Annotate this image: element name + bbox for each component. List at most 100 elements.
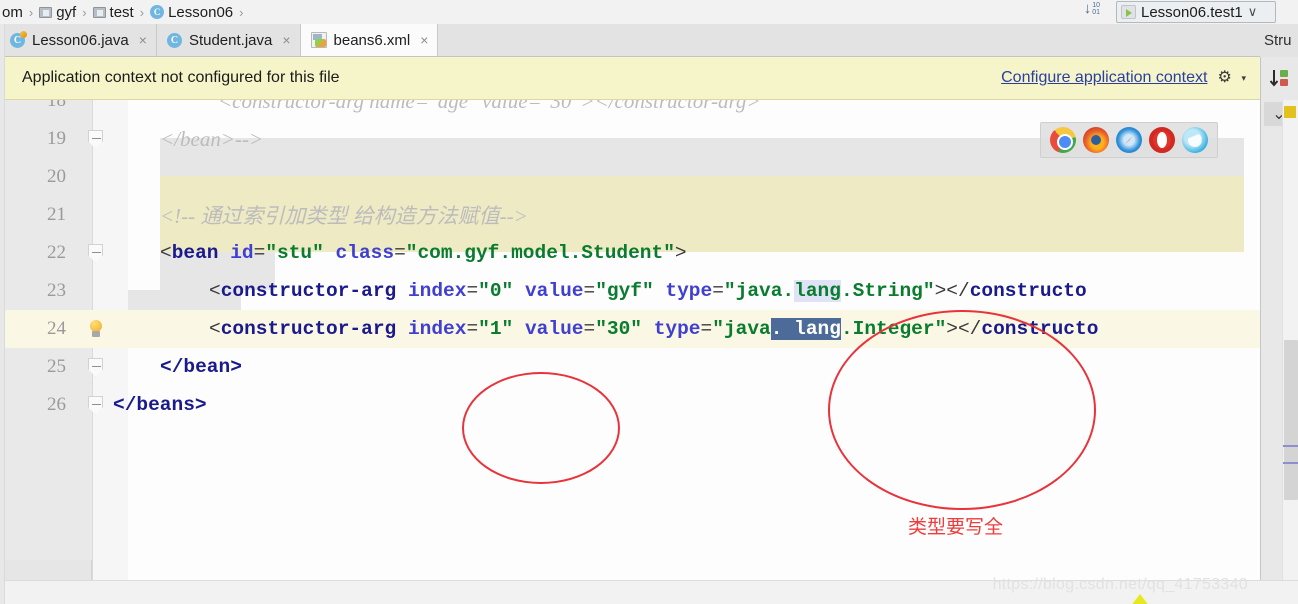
xml-spring-icon	[310, 32, 327, 48]
code-token: lang	[794, 280, 841, 302]
fold-column[interactable]	[78, 319, 113, 339]
code-token: bean	[171, 242, 219, 264]
sort-icon-svg	[1269, 70, 1288, 87]
code-token: constructo	[969, 280, 1087, 302]
gear-icon[interactable]: ⚙	[1217, 70, 1233, 86]
banner-message: Application context not configured for t…	[22, 69, 340, 86]
editor-line[interactable]: 23 <constructor-arg index="0" value="gyf…	[0, 272, 1260, 310]
code-token: =	[253, 242, 266, 264]
tab-label: beans6.xml	[333, 31, 411, 49]
fold-collapse-icon[interactable]	[88, 395, 103, 415]
code-token: <	[160, 242, 172, 264]
download-arrow-icon: ↓	[1083, 0, 1092, 17]
left-tool-strip	[0, 24, 5, 604]
code-token: =	[394, 242, 406, 264]
show-bytecode-icon[interactable]: ↓ 10 01	[1083, 0, 1100, 17]
code-token: value	[524, 318, 584, 340]
fold-column[interactable]	[78, 129, 113, 149]
chevron-down-icon[interactable]: ▾	[1241, 73, 1246, 84]
package-icon	[92, 6, 106, 18]
firefox-icon[interactable]	[1083, 127, 1110, 153]
editor-marker-column[interactable]	[1282, 100, 1298, 580]
fold-collapse-icon[interactable]	[88, 129, 103, 149]
tab-student-java[interactable]: C Student.java ×	[156, 24, 301, 56]
code-token: =	[583, 318, 596, 340]
line-number: 19	[47, 128, 66, 149]
line-number: 22	[47, 242, 66, 263]
java-class-icon: C	[166, 32, 182, 48]
code-token: .Integer"	[840, 318, 947, 340]
breadcrumb-label: test	[109, 3, 134, 21]
tab-lesson06-java[interactable]: C Lesson06.java ×	[0, 24, 157, 56]
marker-stripe[interactable]	[1283, 445, 1298, 447]
line-code: </bean>	[160, 356, 242, 378]
editor-line[interactable]: 25 </bean>	[0, 348, 1260, 386]
code-token: .String"	[840, 280, 935, 302]
code-token: =	[466, 280, 479, 302]
breadcrumb-item-lesson06[interactable]: C Lesson06	[150, 4, 233, 21]
close-icon[interactable]: ×	[420, 32, 428, 48]
safari-icon[interactable]	[1115, 127, 1142, 153]
code-token: "java	[712, 318, 771, 340]
fold-collapse-icon[interactable]	[88, 357, 103, 377]
breadcrumb-item-gyf[interactable]: gyf	[39, 4, 76, 21]
code-token: <	[209, 318, 221, 340]
marker-stripe[interactable]	[1283, 462, 1298, 464]
opera-icon[interactable]	[1148, 127, 1175, 153]
line-number: 24	[47, 318, 66, 339]
chrome-icon[interactable]	[1050, 127, 1077, 153]
editor-line[interactable]: 26 </beans>	[0, 386, 1260, 424]
breadcrumb-item-om[interactable]: om	[2, 4, 23, 21]
code-token: =	[583, 280, 596, 302]
close-icon[interactable]: ×	[282, 32, 290, 48]
code-token: <	[209, 280, 221, 302]
annotation-note: 类型要写全	[908, 516, 1004, 538]
close-icon[interactable]: ×	[139, 32, 147, 48]
editor-line[interactable]: 18 <constructor-arg name="age" value="30…	[0, 100, 1260, 120]
code-token: "0"	[478, 280, 514, 302]
structure-tool-window-button[interactable]: Stru	[1260, 24, 1298, 57]
line-number: 21	[47, 204, 66, 225]
code-token: "stu"	[265, 242, 324, 264]
code-token: . lang	[770, 318, 841, 340]
editor-line[interactable]: 21 <!-- 通过索引加类型 给构造方法赋值-->	[0, 196, 1260, 234]
tab-label: Lesson06.java	[32, 31, 129, 49]
browser-launch-popup[interactable]	[1040, 122, 1218, 158]
ide-window: om › gyf › test › C Lesson06 › ↓ 10 01 L…	[0, 0, 1298, 604]
edge-icon[interactable]	[1181, 127, 1208, 153]
code-token: constructor-arg	[220, 280, 397, 302]
editor-line[interactable]: 20	[0, 158, 1260, 196]
code-token: >	[946, 318, 958, 340]
code-token: >	[934, 280, 947, 302]
line-code: <!-- 通过索引加类型 给构造方法赋值-->	[160, 204, 528, 228]
fold-column[interactable]	[78, 243, 113, 263]
code-editor[interactable]: 16 &lt;!&ndash; 相当调用 public Student(Stri…	[0, 100, 1260, 580]
code-token: </	[946, 280, 970, 302]
run-configuration-selector[interactable]: Lesson06.test1 ∨	[1116, 1, 1276, 23]
sort-alphabetical-icon[interactable]	[1268, 66, 1292, 90]
warning-marker[interactable]	[1284, 106, 1296, 118]
vertical-scrollbar-thumb[interactable]	[1284, 340, 1298, 500]
editor-line[interactable]: 22 <bean id="stu" class="com.gyf.model.S…	[0, 234, 1260, 272]
line-number: 18	[47, 100, 66, 111]
tab-beans6-xml[interactable]: beans6.xml ×	[300, 24, 439, 56]
fold-collapse-icon[interactable]	[88, 243, 103, 263]
configure-application-context-link[interactable]: Configure application context	[1001, 69, 1207, 87]
editor-line-current[interactable]: 24 <constructor-arg index="1" value="30"…	[0, 310, 1260, 348]
line-number: 23	[47, 280, 66, 301]
java-class-icon: C	[10, 30, 27, 48]
code-token: index	[407, 280, 467, 302]
run-config-name: Lesson06.test1	[1141, 3, 1243, 21]
watermark-text: https://blog.csdn.net/qq_41753340	[992, 576, 1248, 593]
intention-bulb-icon[interactable]	[86, 319, 106, 339]
breadcrumb-item-test[interactable]: test	[92, 3, 134, 21]
fold-column[interactable]	[78, 357, 113, 377]
fold-column[interactable]	[78, 395, 113, 415]
code-token: index	[407, 318, 467, 340]
tab-bar-filler	[438, 24, 1298, 56]
breadcrumb-separator: ›	[239, 4, 244, 20]
tab-label: Student.java	[188, 31, 273, 49]
